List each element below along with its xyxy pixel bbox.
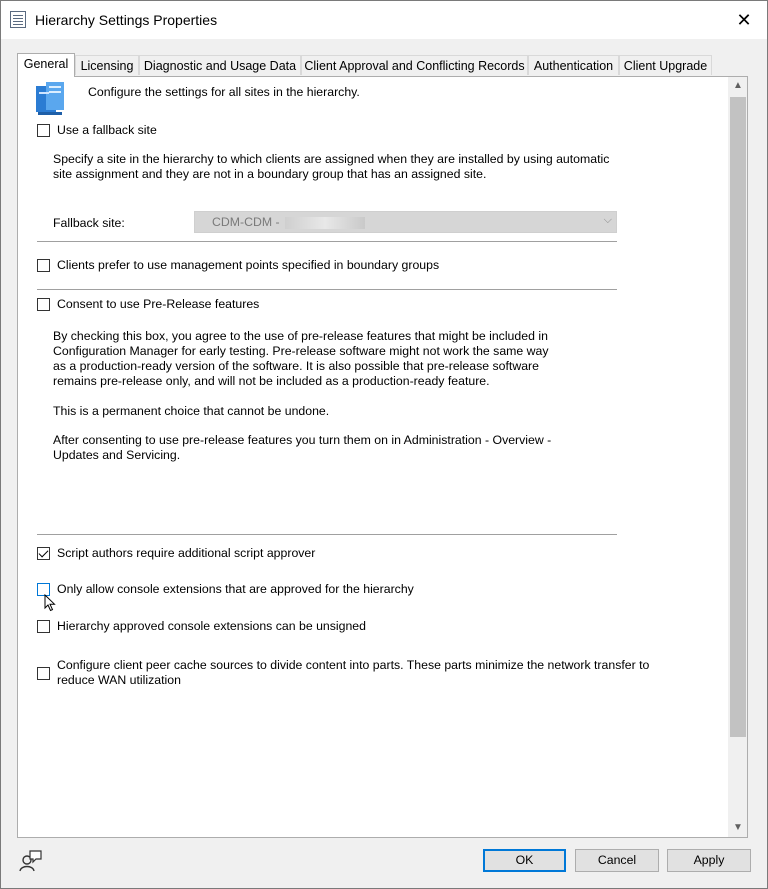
- vertical-scrollbar[interactable]: ▲ ▼: [728, 77, 747, 837]
- mouse-cursor-icon: [44, 594, 56, 612]
- properties-dialog: Hierarchy Settings Properties ✕ General …: [0, 0, 768, 889]
- chevron-down-icon: ⌵: [603, 214, 612, 226]
- unsigned-extensions-label: Hierarchy approved console extensions ca…: [57, 619, 366, 633]
- tab-diagnostic-usage-data[interactable]: Diagnostic and Usage Data: [139, 55, 301, 75]
- scrollbar-thumb[interactable]: [730, 97, 746, 737]
- fallback-site-label: Use a fallback site: [57, 123, 157, 137]
- prerelease-label: Consent to use Pre-Release features: [57, 297, 260, 311]
- unsigned-extensions-checkbox[interactable]: [37, 620, 50, 633]
- fallback-site-checkbox[interactable]: [37, 124, 50, 137]
- script-approver-label: Script authors require additional script…: [57, 546, 316, 560]
- tab-general[interactable]: General: [17, 53, 75, 77]
- peer-cache-label: Configure client peer cache sources to d…: [57, 658, 650, 687]
- fallback-description: Specify a site in the hierarchy to which…: [53, 152, 610, 181]
- help-user-icon[interactable]: [19, 849, 43, 873]
- apply-button[interactable]: Apply: [667, 849, 751, 872]
- console-extensions-label: Only allow console extensions that are a…: [57, 582, 414, 596]
- peer-cache-checkbox[interactable]: [37, 667, 50, 680]
- scroll-down-icon[interactable]: ▼: [729, 819, 747, 837]
- redacted-site-name: [285, 216, 366, 229]
- prerelease-permanent-note: This is a permanent choice that cannot b…: [53, 404, 330, 418]
- prerelease-description: By checking this box, you agree to the u…: [53, 329, 549, 388]
- fallback-site-field-label: Fallback site:: [53, 216, 125, 230]
- prerelease-checkbox[interactable]: [37, 298, 50, 311]
- close-button[interactable]: ✕: [721, 1, 767, 39]
- tab-licensing[interactable]: Licensing: [75, 55, 139, 75]
- general-tab-panel: Configure the settings for all sites in …: [17, 76, 748, 838]
- intro-text: Configure the settings for all sites in …: [88, 85, 360, 99]
- separator: [37, 534, 617, 536]
- fallback-site-value: CDM-CDM -: [212, 215, 284, 229]
- separator: [37, 241, 617, 243]
- title-bar: Hierarchy Settings Properties ✕: [1, 1, 767, 39]
- cancel-button[interactable]: Cancel: [575, 849, 659, 872]
- general-settings-content: Configure the settings for all sites in …: [18, 77, 729, 837]
- tab-authentication[interactable]: Authentication: [528, 55, 619, 75]
- properties-sheet-icon: [10, 11, 26, 28]
- tab-client-upgrade[interactable]: Client Upgrade: [619, 55, 712, 75]
- tab-client-approval[interactable]: Client Approval and Conflicting Records: [301, 55, 528, 75]
- boundary-groups-label: Clients prefer to use management points …: [57, 258, 440, 272]
- boundary-groups-checkbox[interactable]: [37, 259, 50, 272]
- ok-button[interactable]: OK: [483, 849, 566, 872]
- prerelease-instructions: After consenting to use pre-release feat…: [53, 433, 552, 462]
- scroll-up-icon[interactable]: ▲: [729, 77, 747, 95]
- hierarchy-servers-icon: [36, 82, 64, 115]
- script-approver-checkbox[interactable]: [37, 547, 50, 560]
- separator: [37, 289, 617, 291]
- fallback-site-dropdown[interactable]: CDM-CDM - ⌵: [194, 211, 617, 233]
- window-title: Hierarchy Settings Properties: [35, 12, 218, 28]
